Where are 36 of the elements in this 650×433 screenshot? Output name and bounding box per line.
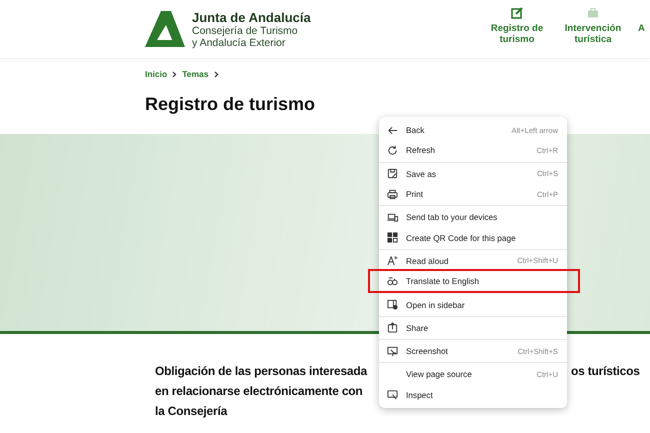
section-heading: Obligación de las personas interesada [155, 363, 368, 380]
menu-item[interactable]: Share [379, 318, 567, 338]
briefcase-icon [587, 7, 599, 19]
qr-icon [387, 232, 398, 244]
menu-item[interactable]: Inspect [379, 384, 567, 405]
nav-link[interactable]: Registro de turismo [490, 23, 544, 45]
brand-name: Junta de Andalucía [192, 10, 311, 24]
inspect-icon [387, 389, 398, 400]
logo-icon [145, 9, 185, 49]
screenshot-icon [387, 346, 398, 357]
section-heading: la Consejería [155, 403, 228, 420]
sidebar-icon [387, 299, 398, 310]
read-icon [387, 255, 398, 266]
section-heading: en relacionarse electrónicamente con [155, 383, 363, 400]
translate-icon [387, 276, 398, 287]
section-heading: os turísticos [571, 363, 640, 380]
breadcrumb-link[interactable]: Inicio [145, 69, 168, 79]
brand-subtitle: Consejería de Turismo [192, 24, 299, 36]
refresh-icon [387, 144, 398, 156]
print-icon [387, 188, 398, 200]
back-icon [387, 124, 398, 136]
breadcrumb-link[interactable]: Temas [182, 69, 209, 79]
menu-item[interactable]: Send tab to your devices [379, 207, 567, 228]
edit-icon [511, 7, 523, 19]
menu-item[interactable]: Open in sidebar [379, 294, 567, 315]
nav-link[interactable]: A [638, 23, 645, 34]
chevron-icon [172, 70, 178, 78]
menu-item[interactable]: Translate to English [370, 271, 578, 292]
share-icon [387, 322, 398, 334]
page-title: Registro de turismo [145, 94, 316, 115]
save-icon [387, 168, 398, 180]
menu-item[interactable]: Create QR Code for this page [379, 227, 567, 248]
brand-subtitle: y Andalucía Exterior [192, 36, 286, 48]
chevron-icon [214, 70, 219, 78]
nav-link[interactable]: Intervención turística [564, 23, 622, 45]
devices-icon [387, 212, 398, 223]
